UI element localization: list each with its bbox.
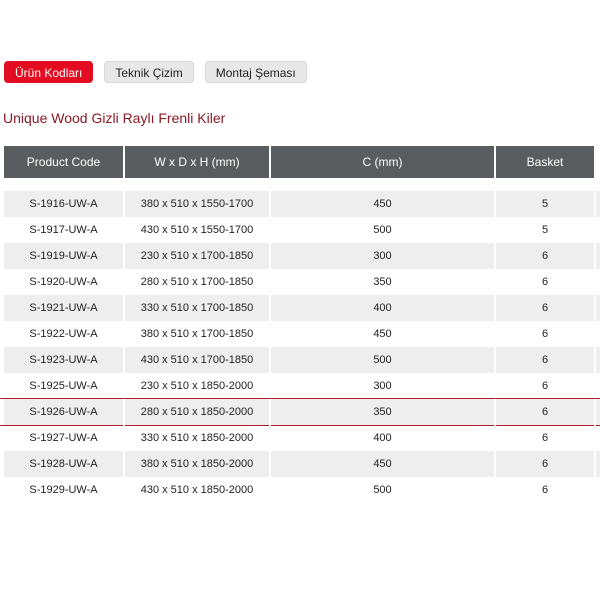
table-row: S-1927-UW-A 330 x 510 x 1850-2000 400 6 <box>4 425 600 451</box>
cell-basket: 6 <box>496 477 596 503</box>
table-row: S-1922-UW-A 380 x 510 x 1700-1850 450 6 <box>4 321 600 347</box>
product-table: Product Code W x D x H (mm) C (mm) Baske… <box>0 146 600 503</box>
cell-product-code: S-1917-UW-A <box>4 217 125 243</box>
table-row: S-1923-UW-A 430 x 510 x 1700-1850 500 6 <box>4 347 600 373</box>
header-basket: Basket <box>496 146 596 178</box>
table-row: S-1920-UW-A 280 x 510 x 1700-1850 350 6 <box>4 269 600 295</box>
header-product-code: Product Code <box>4 146 125 178</box>
cell-dimensions: 330 x 510 x 1700-1850 <box>125 295 271 321</box>
cell-basket: 6 <box>496 295 596 321</box>
tab-montaj-semasi[interactable]: Montaj Şeması <box>204 61 307 83</box>
header-dimensions: W x D x H (mm) <box>125 146 271 178</box>
cell-c-mm: 500 <box>271 347 496 373</box>
cell-dimensions: 230 x 510 x 1700-1850 <box>125 243 271 269</box>
cell-dimensions: 430 x 510 x 1850-2000 <box>125 477 271 503</box>
cell-dimensions: 380 x 510 x 1700-1850 <box>125 321 271 347</box>
table-row: S-1921-UW-A 330 x 510 x 1700-1850 400 6 <box>4 295 600 321</box>
cell-basket: 6 <box>496 243 596 269</box>
cell-basket: 6 <box>496 451 596 477</box>
cell-product-code: S-1928-UW-A <box>4 451 125 477</box>
tab-bar: Ürün Kodları Teknik Çizim Montaj Şeması <box>4 61 318 83</box>
tab-teknik-cizim[interactable]: Teknik Çizim <box>104 61 194 83</box>
cell-product-code: S-1922-UW-A <box>4 321 125 347</box>
table-row: S-1928-UW-A 380 x 510 x 1850-2000 450 6 <box>4 451 600 477</box>
cell-product-code: S-1925-UW-A <box>4 373 125 399</box>
table-row: S-1926-UW-A 280 x 510 x 1850-2000 350 6 <box>0 398 600 426</box>
cell-product-code: S-1923-UW-A <box>4 347 125 373</box>
cell-product-code: S-1916-UW-A <box>4 191 125 217</box>
cell-c-mm: 300 <box>271 243 496 269</box>
cell-basket: 6 <box>496 399 596 425</box>
cell-product-code: S-1921-UW-A <box>4 295 125 321</box>
cell-product-code: S-1920-UW-A <box>4 269 125 295</box>
header-c-mm: C (mm) <box>271 146 496 178</box>
cell-basket: 6 <box>496 321 596 347</box>
cell-dimensions: 280 x 510 x 1850-2000 <box>125 399 271 425</box>
cell-c-mm: 300 <box>271 373 496 399</box>
cell-basket: 6 <box>496 269 596 295</box>
cell-basket: 5 <box>496 191 596 217</box>
tab-urun-kodlari[interactable]: Ürün Kodları <box>4 61 94 83</box>
cell-dimensions: 280 x 510 x 1700-1850 <box>125 269 271 295</box>
table-row: S-1916-UW-A 380 x 510 x 1550-1700 450 5 <box>4 191 600 217</box>
cell-c-mm: 400 <box>271 295 496 321</box>
product-title: Unique Wood Gizli Raylı Frenli Kiler <box>3 110 226 126</box>
cell-c-mm: 350 <box>271 399 496 425</box>
cell-product-code: S-1919-UW-A <box>4 243 125 269</box>
cell-dimensions: 380 x 510 x 1550-1700 <box>125 191 271 217</box>
cell-basket: 5 <box>496 217 596 243</box>
table-header: Product Code W x D x H (mm) C (mm) Baske… <box>4 146 600 178</box>
cell-c-mm: 400 <box>271 425 496 451</box>
cell-dimensions: 380 x 510 x 1850-2000 <box>125 451 271 477</box>
cell-c-mm: 500 <box>271 217 496 243</box>
table-row: S-1925-UW-A 230 x 510 x 1850-2000 300 6 <box>4 373 600 399</box>
cell-dimensions: 430 x 510 x 1700-1850 <box>125 347 271 373</box>
cell-c-mm: 450 <box>271 191 496 217</box>
table-row: S-1919-UW-A 230 x 510 x 1700-1850 300 6 <box>4 243 600 269</box>
cell-dimensions: 330 x 510 x 1850-2000 <box>125 425 271 451</box>
cell-basket: 6 <box>496 373 596 399</box>
table-row: S-1929-UW-A 430 x 510 x 1850-2000 500 6 <box>4 477 600 503</box>
cell-product-code: S-1929-UW-A <box>4 477 125 503</box>
cell-dimensions: 230 x 510 x 1850-2000 <box>125 373 271 399</box>
table-row: S-1917-UW-A 430 x 510 x 1550-1700 500 5 <box>4 217 600 243</box>
cell-c-mm: 350 <box>271 269 496 295</box>
cell-basket: 6 <box>496 347 596 373</box>
cell-c-mm: 450 <box>271 321 496 347</box>
cell-dimensions: 430 x 510 x 1550-1700 <box>125 217 271 243</box>
cell-product-code: S-1926-UW-A <box>4 399 125 425</box>
cell-product-code: S-1927-UW-A <box>4 425 125 451</box>
cell-basket: 6 <box>496 425 596 451</box>
cell-c-mm: 450 <box>271 451 496 477</box>
cell-c-mm: 500 <box>271 477 496 503</box>
table-body: S-1916-UW-A 380 x 510 x 1550-1700 450 5 S-19… <box>0 191 600 503</box>
